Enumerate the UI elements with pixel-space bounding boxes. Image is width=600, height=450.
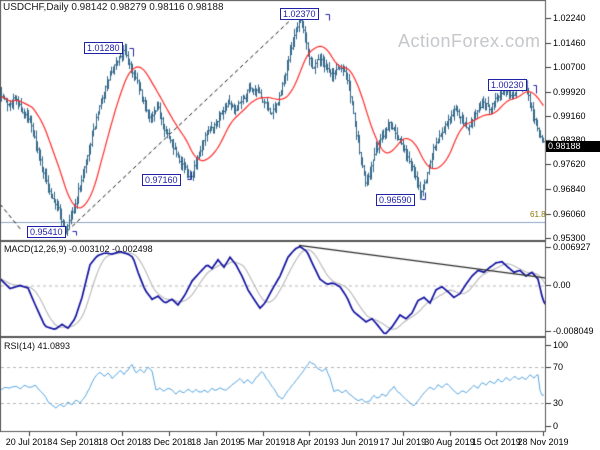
trading-chart-window: USDCHF,Daily 0.98142 0.98279 0.98116 0.9…: [0, 0, 600, 450]
date-axis-label: 28 Nov 2019: [517, 437, 569, 447]
macd-axis-label: 0.006927: [553, 242, 591, 252]
price-axis-label: 1.00700: [553, 61, 586, 72]
price-axis-label: 0.99160: [553, 110, 586, 121]
price-level-annotation[interactable]: 1.02370: [280, 8, 319, 20]
rsi-axis-label: 0: [553, 421, 559, 431]
price-axis-label: 0.98380: [553, 135, 586, 146]
price-level-annotation[interactable]: 0.95410: [27, 226, 66, 238]
chart-canvas[interactable]: [0, 0, 600, 450]
price-level-annotation[interactable]: 1.00230: [488, 79, 527, 91]
price-axis-label: 0.97620: [553, 159, 586, 170]
watermark: ActionForex.com: [398, 31, 541, 51]
rsi-axis-label: 30: [553, 398, 564, 408]
price-axis-label: 1.02240: [553, 13, 586, 23]
price-level-annotation[interactable]: 1.01280: [84, 42, 123, 54]
symbol-ohlc-header: USDCHF,Daily 0.98142 0.98279 0.98116 0.9…: [3, 2, 224, 13]
fib-61.8-label: 61.8: [530, 210, 546, 219]
macd-axis-label: -0.008049: [553, 326, 594, 336]
price-axis-label: 0.99920: [553, 86, 586, 97]
price-level-annotation[interactable]: 0.97160: [142, 174, 181, 186]
rsi-axis-label: 100: [553, 340, 569, 350]
price-axis-label: 0.96060: [553, 208, 586, 219]
macd-axis-label: 0.00: [553, 280, 571, 291]
price-axis-label: 1.01460: [553, 37, 586, 48]
rsi-axis-label: 70: [553, 362, 564, 372]
price-level-annotation[interactable]: 0.96590: [376, 194, 415, 206]
macd-indicator-label: MACD(12,26,9) -0.003102 -0.002498: [4, 244, 153, 254]
price-axis-label: 0.96840: [553, 184, 586, 195]
rsi-indicator-label: RSI(14) 41.0893: [4, 341, 71, 351]
